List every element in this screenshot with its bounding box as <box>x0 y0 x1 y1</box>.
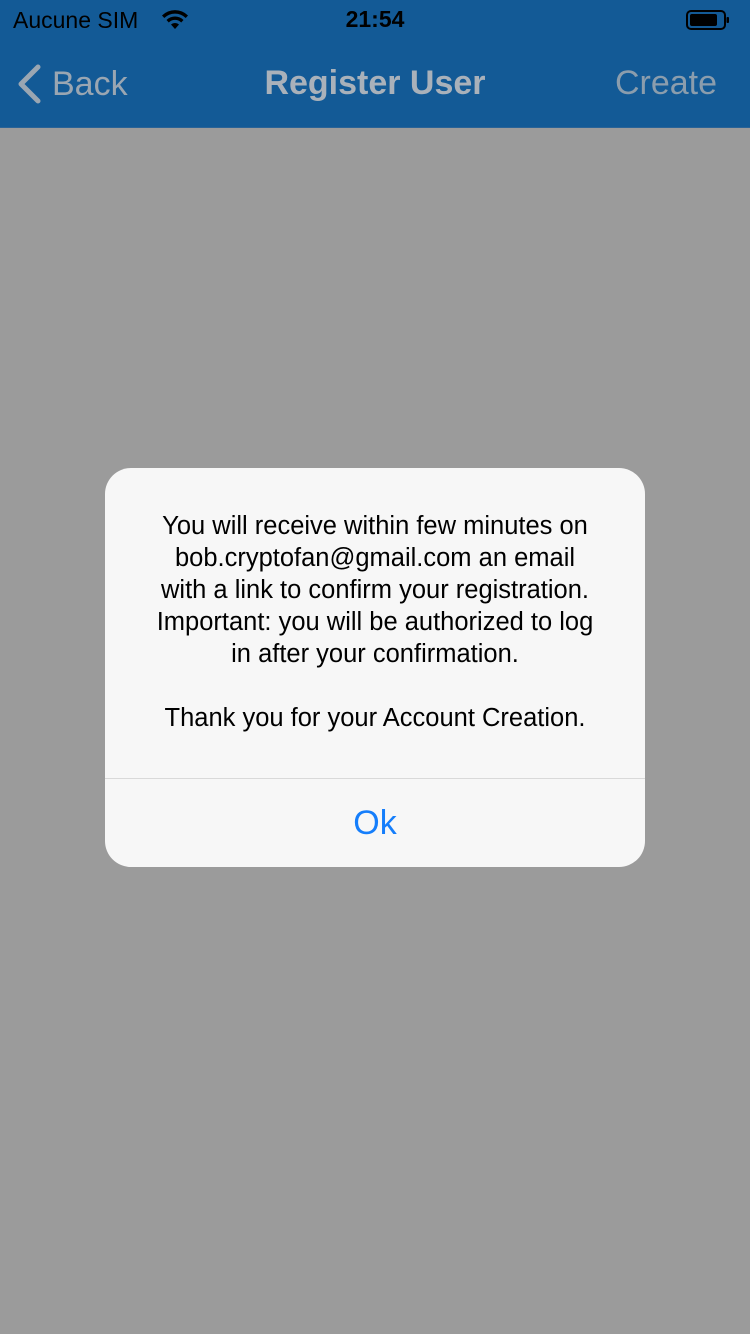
confirmation-alert: You will receive within few minutes on b… <box>105 468 645 867</box>
alert-message-line: You will receive within few minutes on <box>162 512 588 540</box>
ok-button[interactable]: Ok <box>105 779 645 867</box>
alert-message-line: Important: you will be authorized to log <box>156 608 594 636</box>
alert-message: You will receive within few minutes on b… <box>125 510 625 734</box>
alert-message-line: bob.cryptofan@gmail.com an email <box>174 544 576 572</box>
status-bar: Aucune SIM 21:54 <box>0 0 750 40</box>
alert-thanks: Thank you for your Account Creation. <box>164 704 586 732</box>
alert-spacer <box>125 670 625 702</box>
clock: 21:54 <box>345 6 405 32</box>
alert-message-line: with a link to confirm your registration… <box>161 576 589 604</box>
header: Aucune SIM 21:54 Back Register User Crea… <box>0 0 750 128</box>
navigation-bar: Back Register User Create <box>0 40 750 128</box>
create-button[interactable]: Create <box>615 64 717 103</box>
battery-icon <box>686 10 729 30</box>
alert-message-line: in after your confirmation. <box>231 640 519 668</box>
